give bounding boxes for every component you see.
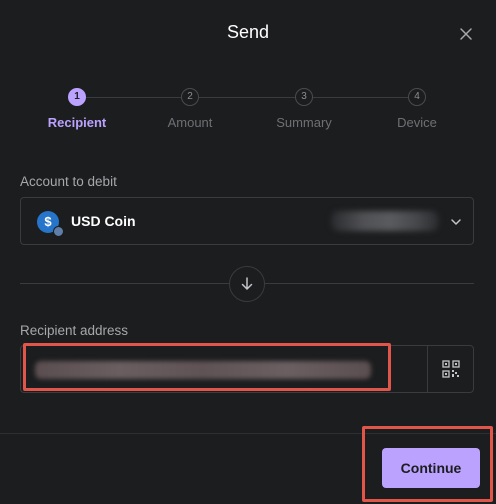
account-label: Account to debit — [20, 174, 117, 189]
step-summary: 3 Summary — [259, 88, 349, 130]
step-number: 3 — [295, 88, 313, 106]
footer-divider — [0, 433, 496, 434]
step-label: Summary — [276, 115, 332, 130]
step-number: 4 — [408, 88, 426, 106]
recipient-address-field — [20, 345, 474, 393]
send-dialog: Send 1 Recipient 2 Amount 3 Summary 4 De… — [0, 0, 496, 504]
account-name: USD Coin — [71, 213, 136, 229]
step-recipient: 1 Recipient — [32, 88, 122, 130]
stepper: 1 Recipient 2 Amount 3 Summary 4 Device — [0, 88, 496, 130]
qr-scan-button[interactable] — [427, 346, 473, 392]
continue-button[interactable]: Continue — [382, 448, 480, 488]
step-label: Device — [397, 115, 437, 130]
account-balance-redacted — [331, 211, 439, 231]
divider — [265, 283, 474, 284]
chevron-down-icon — [449, 215, 463, 229]
recipient-label: Recipient address — [20, 323, 129, 338]
divider — [20, 283, 230, 284]
arrow-down-icon — [229, 266, 265, 302]
step-device: 4 Device — [372, 88, 462, 130]
step-label: Recipient — [47, 115, 107, 130]
close-icon[interactable] — [458, 26, 474, 42]
stepper-track — [77, 97, 417, 98]
qr-code-icon — [442, 360, 460, 378]
step-amount: 2 Amount — [145, 88, 235, 130]
recipient-address-redacted — [35, 361, 371, 379]
step-number: 1 — [68, 88, 86, 106]
account-select[interactable]: $ USD Coin — [20, 197, 474, 245]
network-badge-icon — [53, 226, 64, 237]
dialog-title: Send — [226, 22, 270, 42]
step-number: 2 — [181, 88, 199, 106]
step-label: Amount — [167, 115, 213, 130]
